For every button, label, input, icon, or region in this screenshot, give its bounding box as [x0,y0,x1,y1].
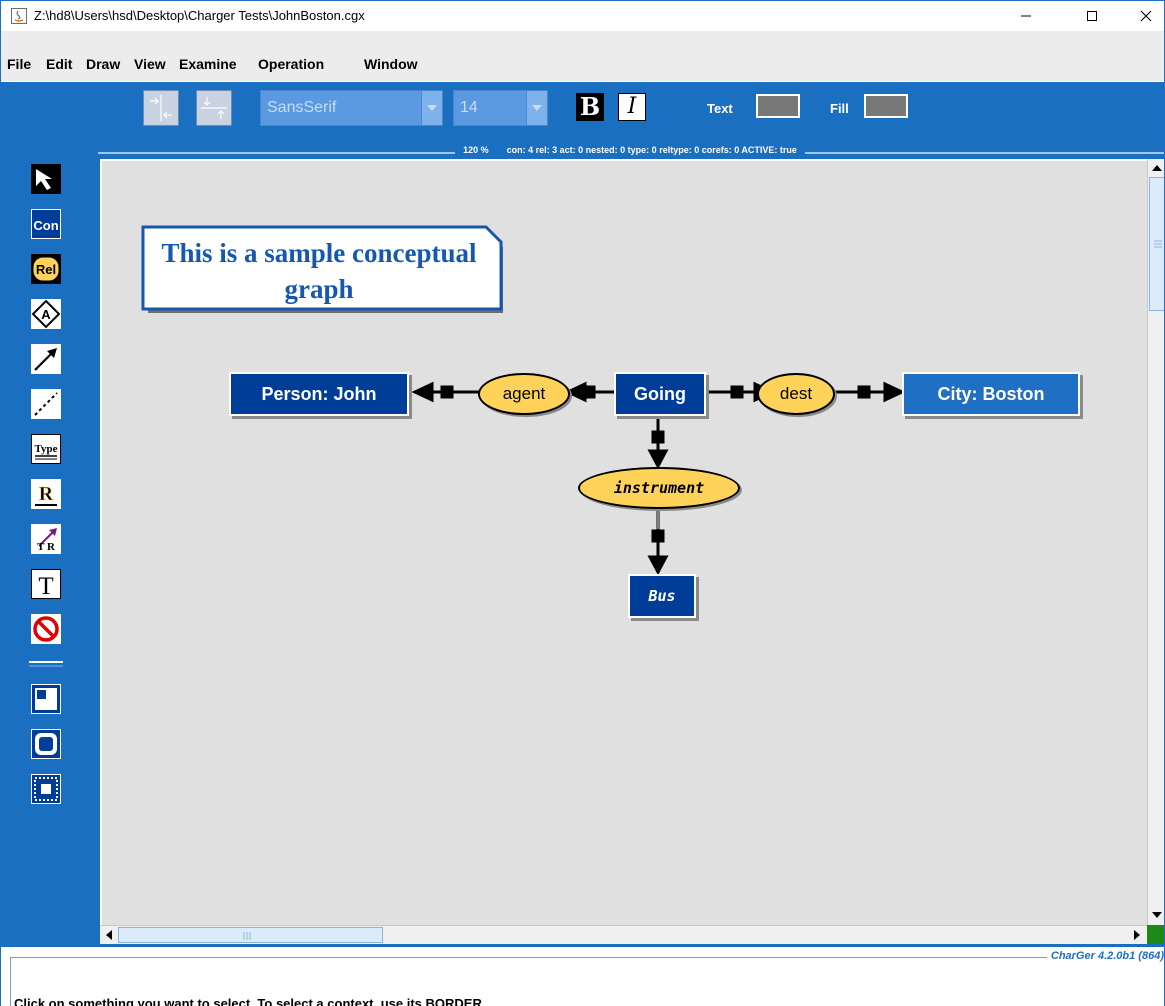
align-vertical-button[interactable] [196,90,232,126]
minimize-icon [1021,15,1031,17]
relation-type-tool[interactable]: R [26,474,66,514]
delete-tool[interactable] [26,609,66,649]
svg-text:T R: T R [37,541,56,553]
minimize-button[interactable] [1003,1,1049,31]
menu-edit[interactable]: Edit [46,56,72,72]
svg-text:T: T [38,573,53,599]
generalization-icon: T R [31,524,61,554]
fill-color-label: Fill [830,101,849,116]
version-label: CharGer 4.2.0b1 (864) [1046,950,1164,962]
menu-view[interactable]: View [134,56,166,72]
menu-bar: File Edit Draw View Examine Operation Wi… [1,31,1164,81]
concept-bus[interactable]: Bus [628,574,696,618]
graph-canvas[interactable]: This is a sample conceptual graph Person… [100,159,1147,925]
chevron-down-icon[interactable] [421,91,442,125]
scroll-left-icon[interactable] [100,926,118,944]
arc-icon [31,344,61,374]
menu-operation[interactable]: Operation [258,56,324,72]
type-tool[interactable]: Type [26,429,66,469]
relation-agent[interactable]: agent [478,373,570,415]
active-indicator [1147,925,1164,944]
java-app-icon [11,8,27,24]
scroll-up-icon[interactable] [1148,159,1165,177]
concept-tool[interactable]: Con [26,204,66,244]
context-icon [31,684,61,714]
generalization-tool[interactable]: T R [26,519,66,559]
arrow-cursor-icon [31,164,61,194]
no-icon [31,614,61,644]
cut-context-tool[interactable] [26,769,66,809]
concept-going[interactable]: Going [614,372,706,416]
font-family-value: SansSerif [267,99,337,116]
editor-chrome: SansSerif 14 B I Text Fill Con Rel A Typ… [1,82,1165,947]
svg-text:A: A [41,307,51,322]
italic-button[interactable]: I [618,93,646,121]
graph-counts: con: 4 rel: 3 act: 0 nested: 0 type: 0 r… [502,145,801,155]
relation-icon: Rel [31,254,61,284]
maximize-button[interactable] [1069,1,1115,31]
font-size-select[interactable]: 14 [453,90,548,126]
concept-person-john[interactable]: Person: John [229,372,409,416]
coref-tool[interactable] [26,384,66,424]
horizontal-scroll-thumb[interactable] [118,927,383,943]
font-family-select[interactable]: SansSerif [260,90,443,126]
horizontal-scrollbar[interactable] [100,925,1147,944]
text-icon: T [31,569,61,599]
menu-draw[interactable]: Draw [86,56,120,72]
graph-status-strip: 120 % con: 4 rel: 3 act: 0 nested: 0 typ… [94,145,1164,159]
align-vertical-icon [201,97,227,119]
format-toolbar: SansSerif 14 B I Text Fill [1,82,1164,146]
vertical-scrollbar[interactable] [1147,159,1165,925]
graph-edges [411,381,906,576]
status-message: Click on something you want to select. T… [14,996,486,1006]
nested-tool[interactable] [26,724,66,764]
context-tool[interactable] [26,679,66,719]
align-horizontal-button[interactable] [143,90,179,126]
text-color-swatch[interactable] [756,94,800,118]
concept-icon: Con [31,209,61,239]
fill-color-swatch[interactable] [864,94,908,118]
status-area: CharGer 4.2.0b1 (864) Click on something… [1,947,1164,1006]
title-bar[interactable]: Z:\hd8\Users\hsd\Desktop\Charger Tests\J… [1,1,1164,31]
coref-dashed-icon [31,389,61,419]
scroll-down-icon[interactable] [1148,906,1165,924]
svg-text:R: R [39,483,54,505]
vertical-scroll-thumb[interactable] [1149,177,1164,311]
svg-text:Rel: Rel [36,262,56,277]
chevron-down-icon[interactable] [526,91,547,125]
concept-city-boston[interactable]: City: Boston [902,372,1080,416]
bold-button[interactable]: B [576,93,604,121]
relation-tool[interactable]: Rel [26,249,66,289]
scroll-right-icon[interactable] [1128,926,1146,944]
palette-separator [26,654,66,674]
svg-text:Type: Type [34,443,57,455]
zoom-level: 120 % [459,145,493,155]
maximize-icon [1087,11,1097,21]
relation-type-icon: R [31,479,61,509]
text-tool[interactable]: T [26,564,66,604]
menu-file[interactable]: File [7,56,31,72]
arc-tool[interactable] [26,339,66,379]
relation-instrument[interactable]: instrument [578,467,740,509]
select-tool[interactable] [26,159,66,199]
menu-window[interactable]: Window [364,56,418,72]
svg-text:Con: Con [33,218,58,233]
close-icon [1140,10,1152,22]
align-horizontal-icon [150,95,172,121]
graph-frame: 120 % con: 4 rel: 3 act: 0 nested: 0 typ… [94,145,1165,947]
cut-context-icon [31,774,61,804]
window-title: Z:\hd8\Users\hsd\Desktop\Charger Tests\J… [34,8,365,23]
actor-icon: A [31,299,61,329]
menu-examine[interactable]: Examine [179,56,237,72]
actor-tool[interactable]: A [26,294,66,334]
close-button[interactable] [1123,1,1164,31]
nested-icon [31,729,61,759]
type-icon: Type [31,434,61,464]
font-size-value: 14 [460,99,478,116]
app-window: Z:\hd8\Users\hsd\Desktop\Charger Tests\J… [0,0,1165,1006]
relation-dest[interactable]: dest [757,373,835,415]
text-color-label: Text [707,101,733,116]
